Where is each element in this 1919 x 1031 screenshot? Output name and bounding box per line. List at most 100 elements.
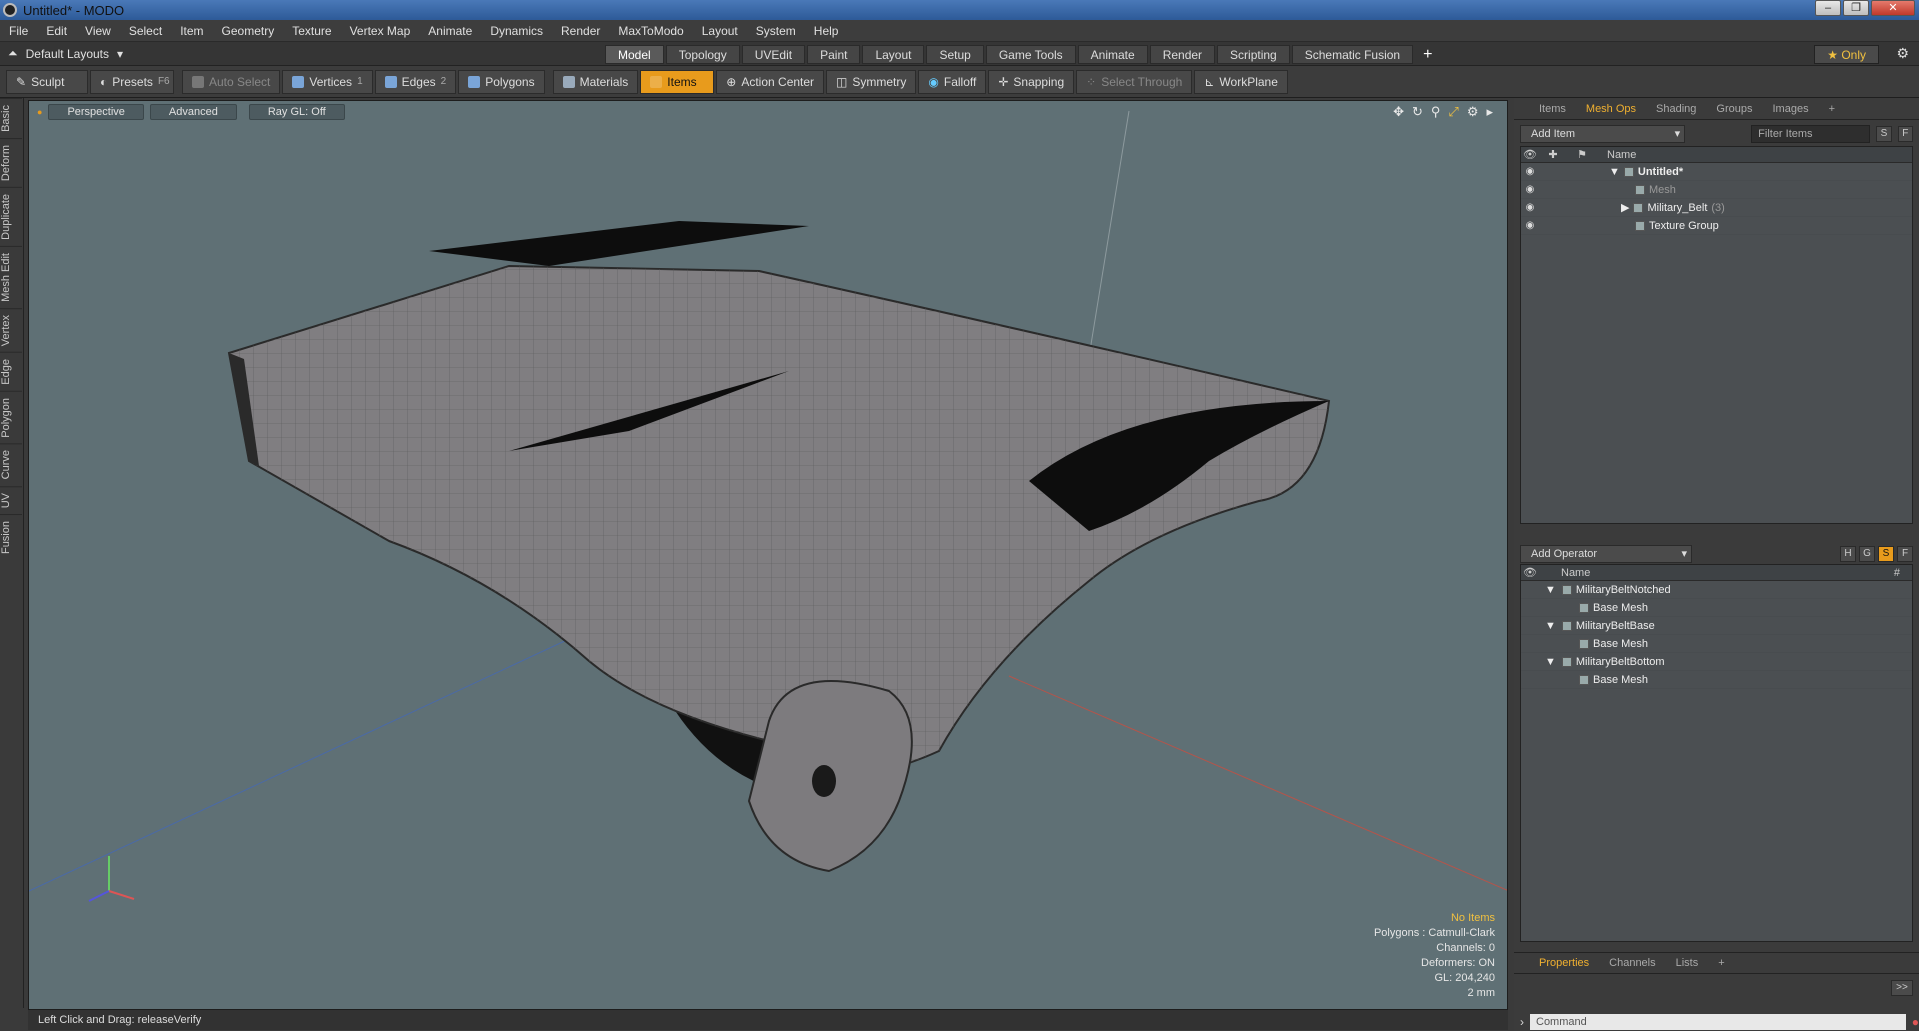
operator-child-row[interactable]: Base Mesh [1521,671,1912,689]
items-button[interactable]: Items [640,69,715,94]
tab-uv[interactable]: UV [0,485,22,515]
add-operator-dropdown[interactable]: Add Operator ▾ [1520,545,1692,563]
select-through-button[interactable]: ⁘ Select Through [1076,69,1193,94]
falloff-button[interactable]: ◉ Falloff [918,69,987,94]
command-input[interactable]: Command [1530,1014,1906,1030]
tab-duplicate[interactable]: Duplicate [0,186,22,246]
menu-render[interactable]: Render [552,24,609,38]
tab-mesh-edit[interactable]: Mesh Edit [0,245,22,308]
menu-item[interactable]: Item [171,24,212,38]
minimize-icon[interactable]: – [1815,0,1841,16]
view-perspective-button[interactable]: Perspective [48,104,144,120]
f-toggle-button[interactable]: F [1897,546,1913,562]
expand-icon[interactable]: ▼ [1545,584,1556,596]
belt-mesh[interactable] [227,221,1331,873]
tab-shading[interactable]: Shading [1647,99,1705,119]
tab-schematic-fusion[interactable]: Schematic Fusion [1291,45,1414,64]
filter-items-input[interactable]: Filter Items [1751,125,1871,143]
tree-row-texture-group[interactable]: ◉ Texture Group [1521,217,1912,235]
menu-view[interactable]: View [76,24,120,38]
expand-icon[interactable]: ▼ [1609,166,1620,178]
workplane-button[interactable]: ⊾ WorkPlane [1194,69,1288,94]
viewport-gear-icon[interactable]: ⚙ [1467,104,1479,120]
add-item-dropdown[interactable]: Add Item ▾ [1520,125,1686,143]
g-button[interactable]: G [1859,546,1875,562]
s-button[interactable]: S [1876,126,1892,142]
polygons-button[interactable]: Polygons [458,69,545,94]
tab-fusion[interactable]: Fusion [0,514,22,561]
tab-vertex[interactable]: Vertex [0,307,22,352]
tree-row-mesh[interactable]: ◉ Mesh [1521,181,1912,199]
operator-row[interactable]: ▼ MilitaryBeltNotched [1521,581,1912,599]
tab-setup[interactable]: Setup [926,45,984,64]
tab-curve[interactable]: Curve [0,443,22,486]
tab-game-tools[interactable]: Game Tools [985,45,1076,64]
menu-layout[interactable]: Layout [693,24,747,38]
tab-paint[interactable]: Paint [807,45,861,64]
add-tab-icon[interactable]: + [1415,45,1440,64]
vertices-button[interactable]: Vertices 1 [282,69,373,94]
tab-basic[interactable]: Basic [0,98,22,138]
tab-polygon[interactable]: Polygon [0,390,22,444]
sculpt-button[interactable]: ✎ Sculpt [6,69,88,94]
tree-row-scene[interactable]: ◉ ▼ Untitled* [1521,163,1912,181]
tab-render[interactable]: Render [1149,45,1216,64]
menu-animate[interactable]: Animate [419,24,481,38]
eye-icon[interactable]: ◉ [1521,220,1539,231]
expand-icon[interactable]: ▼ [1545,656,1556,668]
tab-scripting[interactable]: Scripting [1217,45,1290,64]
record-icon[interactable]: ● [1912,1015,1919,1029]
close-icon[interactable]: ✕ [1871,0,1915,16]
operator-row[interactable]: ▼ MilitaryBeltBottom [1521,653,1912,671]
expand-icon[interactable]: ▼ [1545,620,1556,632]
shading-advanced-button[interactable]: Advanced [149,104,237,120]
layout-dropdown[interactable]: ⏶ Default Layouts ▾ [8,46,123,61]
tab-animate[interactable]: Animate [1077,45,1148,64]
menu-file[interactable]: File [0,24,37,38]
tab-lists[interactable]: Lists [1667,953,1708,973]
fit-icon[interactable]: ⤢ [1448,104,1458,120]
operator-row[interactable]: ▼ MilitaryBeltBase [1521,617,1912,635]
tab-layout[interactable]: Layout [862,45,925,64]
s-toggle-button[interactable]: S [1878,546,1894,562]
tab-channels[interactable]: Channels [1600,953,1664,973]
action-center-button[interactable]: ⊕ Action Center [716,69,825,94]
3d-viewport[interactable]: ● Perspective Advanced Ray GL: Off ✥ ↻ ⚲… [28,100,1508,1010]
menu-vertex-map[interactable]: Vertex Map [341,24,420,38]
eye-icon[interactable]: ◉ [1521,166,1539,177]
tab-uvedit[interactable]: UVEdit [741,45,806,64]
tab-model[interactable]: Model [605,45,664,64]
viewport-menu-icon[interactable]: ▸ [1486,104,1493,120]
only-button[interactable]: ★ Only [1814,45,1879,64]
menu-dynamics[interactable]: Dynamics [481,24,552,38]
move-icon[interactable]: ✥ [1393,104,1404,120]
add-panel-tab-icon[interactable]: + [1820,99,1844,119]
tab-items[interactable]: Items [1530,99,1575,119]
menu-texture[interactable]: Texture [283,24,340,38]
tab-edge[interactable]: Edge [0,351,22,391]
tree-row-military-belt[interactable]: ◉ ▶ Military_Belt (3) [1521,199,1912,217]
menu-select[interactable]: Select [120,24,171,38]
menu-edit[interactable]: Edit [37,24,76,38]
raygl-button[interactable]: Ray GL: Off [248,104,345,120]
eye-icon[interactable]: ◉ [1521,184,1539,195]
rotate-icon[interactable]: ↻ [1412,104,1423,120]
tab-topology[interactable]: Topology [665,45,740,64]
edges-button[interactable]: Edges 2 [374,69,457,94]
auto-select-button[interactable]: Auto Select [182,69,281,94]
collapse-icon[interactable]: ▶ [1621,201,1629,214]
menu-help[interactable]: Help [805,24,848,38]
operator-child-row[interactable]: Base Mesh [1521,599,1912,617]
tab-deform[interactable]: Deform [0,137,22,187]
gear-icon[interactable]: ⚙ [1896,45,1909,62]
f-button[interactable]: F [1897,126,1914,142]
operator-child-row[interactable]: Base Mesh [1521,635,1912,653]
snapping-button[interactable]: ✛ Snapping [988,69,1075,94]
h-button[interactable]: H [1840,546,1856,562]
zoom-icon[interactable]: ⚲ [1431,104,1441,120]
add-properties-tab-icon[interactable]: + [1709,953,1733,973]
maximize-icon[interactable]: ❐ [1843,0,1869,16]
eye-icon[interactable]: ◉ [1521,202,1539,213]
materials-button[interactable]: Materials [552,69,639,94]
expand-properties-button[interactable]: >> [1891,980,1913,996]
